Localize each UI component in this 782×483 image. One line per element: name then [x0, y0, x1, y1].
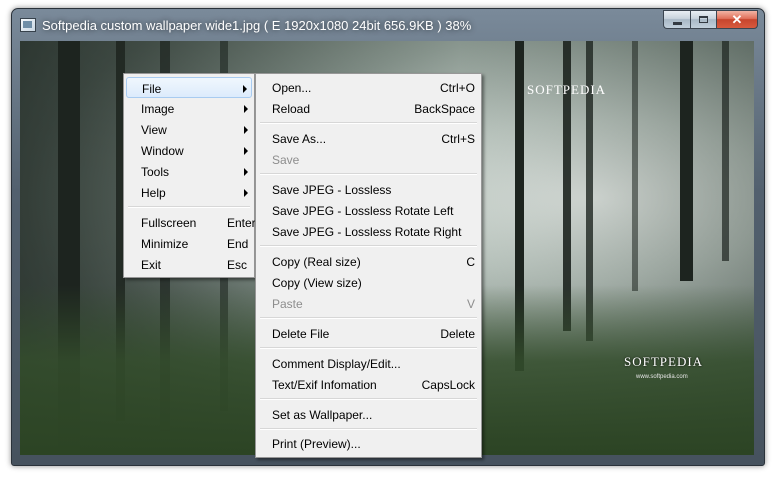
menu-item-label: Comment Display/Edit...	[272, 357, 401, 371]
menu-item-save-jpeg-rotate-left[interactable]: Save JPEG - Lossless Rotate Left	[258, 200, 479, 221]
menu-separator	[260, 317, 477, 319]
menu-item-label: File	[142, 82, 162, 96]
menu-item-label: Set as Wallpaper...	[272, 408, 373, 422]
menu-item-label: Copy (View size)	[272, 276, 362, 290]
menu-item-label: Save JPEG - Lossless Rotate Right	[272, 225, 462, 239]
tree-trunk	[680, 41, 693, 281]
maximize-icon	[699, 16, 708, 23]
menu-item-paste: Paste V	[258, 293, 479, 314]
submenu-arrow-icon	[244, 189, 248, 197]
menu-item-label: Save JPEG - Lossless	[272, 183, 392, 197]
menu-item-label: Exit	[141, 258, 162, 272]
menu-separator	[128, 206, 250, 208]
menu-item-label: Save JPEG - Lossless Rotate Left	[272, 204, 454, 218]
menu-item-label: Save	[272, 153, 300, 167]
menu-item-open[interactable]: Open... Ctrl+O	[258, 77, 479, 98]
tree-trunk	[722, 41, 729, 261]
menu-item-save-jpeg-lossless[interactable]: Save JPEG - Lossless	[258, 179, 479, 200]
menu-item-label: Image	[141, 102, 175, 116]
menu-item-save-jpeg-rotate-right[interactable]: Save JPEG - Lossless Rotate Right	[258, 221, 479, 242]
menu-item-label: Tools	[141, 165, 170, 179]
menu-separator	[260, 245, 477, 247]
tree-trunk	[632, 41, 638, 291]
menu-item-label: Window	[141, 144, 184, 158]
menu-separator	[260, 173, 477, 175]
menu-item-text-exif-info[interactable]: Text/Exif Infomation CapsLock	[258, 374, 479, 395]
menu-item-copy-real-size[interactable]: Copy (Real size) C	[258, 251, 479, 272]
watermark-top: SOFTPEDIA	[527, 82, 607, 97]
context-menu: File Image View Window Tools Help Fullsc…	[123, 73, 256, 278]
menu-item-delete-file[interactable]: Delete File Delete	[258, 323, 479, 344]
menu-item-view[interactable]: View	[126, 119, 252, 140]
menu-item-shortcut: CapsLock	[421, 378, 475, 392]
menu-item-shortcut: C	[466, 255, 475, 269]
app-icon[interactable]	[20, 18, 36, 32]
watermark-bottom: SOFTPEDIA	[624, 354, 704, 369]
menu-item-set-wallpaper[interactable]: Set as Wallpaper...	[258, 404, 479, 425]
menu-item-print-preview[interactable]: Print (Preview)...	[258, 433, 479, 454]
menu-item-reload[interactable]: Reload BackSpace	[258, 98, 479, 119]
menu-item-help[interactable]: Help	[126, 182, 252, 203]
menu-item-shortcut: Ctrl+S	[441, 132, 475, 146]
menu-item-label: Delete File	[272, 327, 330, 341]
maximize-button[interactable]	[690, 10, 716, 29]
menu-item-comment-display[interactable]: Comment Display/Edit...	[258, 353, 479, 374]
submenu-arrow-icon	[244, 168, 248, 176]
menu-item-shortcut: End	[227, 237, 249, 251]
menu-item-shortcut: Delete	[440, 327, 475, 341]
submenu-arrow-icon	[244, 147, 248, 155]
menu-item-label: Print (Preview)...	[272, 437, 361, 451]
menu-item-shortcut: V	[466, 297, 475, 311]
menu-item-label: Reload	[272, 102, 311, 116]
menu-item-window[interactable]: Window	[126, 140, 252, 161]
minimize-button[interactable]	[663, 10, 690, 29]
window-title: Softpedia custom wallpaper wide1.jpg ( E…	[42, 18, 472, 33]
menu-separator	[260, 428, 477, 430]
menu-item-save-as[interactable]: Save As... Ctrl+S	[258, 128, 479, 149]
submenu-arrow-icon	[243, 85, 247, 93]
menu-item-exit[interactable]: Exit Esc	[126, 254, 252, 275]
menu-item-shortcut: BackSpace	[414, 102, 475, 116]
watermark-url: www.softpedia.com	[636, 374, 688, 380]
menu-item-label: Minimize	[141, 237, 189, 251]
title-bar[interactable]: Softpedia custom wallpaper wide1.jpg ( E…	[12, 9, 764, 41]
caption-buttons: ✕	[663, 10, 758, 30]
minimize-icon	[672, 21, 682, 25]
menu-item-label: Fullscreen	[141, 216, 197, 230]
menu-separator	[260, 122, 477, 124]
menu-item-image[interactable]: Image	[126, 98, 252, 119]
menu-item-shortcut: Esc	[227, 258, 248, 272]
menu-item-label: Open...	[272, 81, 312, 95]
close-icon: ✕	[731, 12, 743, 27]
menu-item-file[interactable]: File	[126, 77, 252, 98]
menu-item-shortcut: Enter	[227, 216, 256, 230]
menu-separator	[260, 398, 477, 400]
menu-item-shortcut: Ctrl+O	[439, 81, 475, 95]
menu-item-label: Help	[141, 186, 166, 200]
menu-item-save: Save	[258, 149, 479, 170]
menu-item-fullscreen[interactable]: Fullscreen Enter	[126, 212, 256, 233]
submenu-arrow-icon	[244, 126, 248, 134]
menu-item-label: View	[141, 123, 167, 137]
menu-item-label: Text/Exif Infomation	[272, 378, 377, 392]
menu-separator	[260, 347, 477, 349]
submenu-arrow-icon	[244, 105, 248, 113]
menu-item-label: Save As...	[272, 132, 327, 146]
menu-item-minimize[interactable]: Minimize End	[126, 233, 252, 254]
menu-item-copy-view-size[interactable]: Copy (View size)	[258, 272, 479, 293]
file-submenu: Open... Ctrl+O Reload BackSpace Save As.…	[255, 73, 482, 458]
menu-item-label: Copy (Real size)	[272, 255, 361, 269]
close-button[interactable]: ✕	[716, 10, 758, 29]
menu-item-tools[interactable]: Tools	[126, 161, 252, 182]
menu-item-label: Paste	[272, 297, 303, 311]
